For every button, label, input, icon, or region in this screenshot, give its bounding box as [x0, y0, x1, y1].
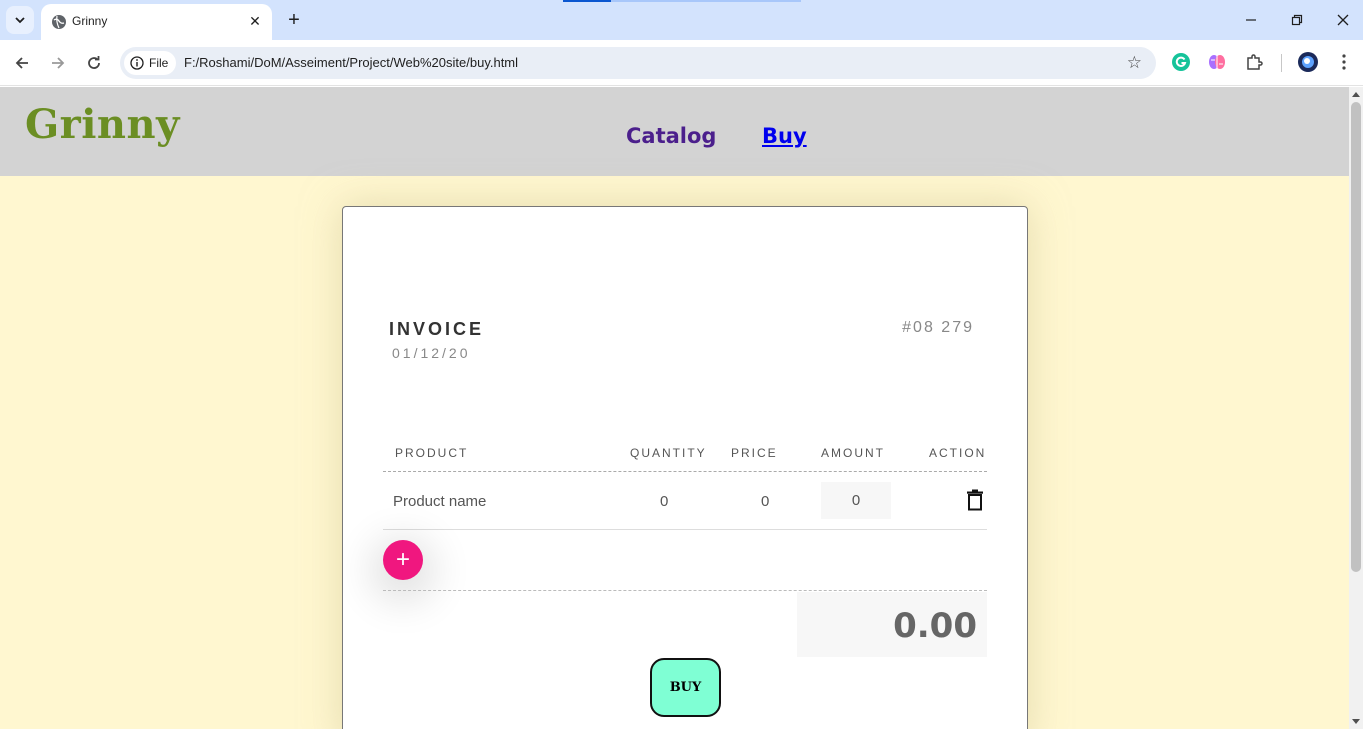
url-text[interactable]: F:/Roshami/DoM/Asseiment/Project/Web%20s… — [184, 55, 518, 71]
column-header-price: PRICE — [731, 446, 778, 460]
invoice-title: INVOICE — [389, 319, 485, 339]
column-header-product: PRODUCT — [395, 446, 469, 460]
minimize-button[interactable] — [1231, 6, 1271, 34]
new-tab-button[interactable]: + — [282, 8, 306, 32]
address-bar[interactable]: File F:/Roshami/DoM/Asseiment/Project/We… — [120, 47, 1156, 79]
add-row-button[interactable]: + — [383, 540, 423, 580]
avatar-icon — [1298, 52, 1318, 72]
scroll-down-icon[interactable] — [1352, 719, 1360, 724]
price-input[interactable]: 0 — [761, 493, 769, 510]
nav-link-buy[interactable]: Buy — [762, 124, 807, 148]
invoice-date: 01/12/20 — [392, 345, 471, 361]
reload-button[interactable] — [80, 49, 108, 77]
restore-icon — [1291, 14, 1303, 26]
total-box: 0.00 — [797, 592, 987, 657]
site-logo[interactable]: Grinny — [25, 101, 180, 148]
column-header-amount: AMOUNT — [821, 446, 885, 460]
back-button[interactable] — [8, 49, 36, 77]
invoice-number: #08 279 — [902, 319, 974, 336]
column-header-quantity: QUANTITY — [630, 446, 707, 460]
close-icon[interactable]: ✕ — [246, 12, 264, 30]
trash-icon[interactable] — [966, 489, 984, 511]
toolbar-separator — [1281, 54, 1282, 72]
tab-indicator-track — [611, 0, 801, 2]
minimize-icon — [1246, 19, 1256, 21]
puzzle-icon — [1247, 54, 1263, 70]
page-viewport: Grinny Catalog Buy INVOICE 01/12/20 #08 … — [0, 87, 1349, 729]
site-chip-label: File — [149, 56, 169, 70]
brain-icon — [1209, 55, 1225, 69]
site-info-chip[interactable]: File — [124, 51, 176, 75]
star-icon[interactable]: ☆ — [1127, 53, 1142, 73]
tab-indicator — [563, 0, 611, 2]
page-scrollbar[interactable] — [1349, 87, 1363, 729]
total-divider — [383, 590, 987, 591]
browser-menu-button[interactable] — [1333, 51, 1355, 73]
grammarly-extension-icon[interactable] — [1170, 51, 1192, 73]
row-divider — [383, 529, 987, 530]
browser-toolbar: File F:/Roshami/DoM/Asseiment/Project/We… — [0, 40, 1363, 86]
close-icon — [1337, 14, 1349, 26]
scroll-up-icon[interactable] — [1352, 92, 1360, 97]
arrow-right-icon — [52, 57, 65, 69]
arrow-left-icon — [15, 57, 28, 69]
total-amount: 0.00 — [893, 606, 977, 646]
tab-grinny[interactable]: Grinny ✕ — [41, 4, 272, 40]
product-name-input[interactable]: Product name — [393, 493, 486, 510]
profile-avatar[interactable] — [1297, 51, 1319, 73]
grammarly-icon — [1172, 53, 1190, 71]
globe-icon — [52, 15, 66, 29]
kebab-menu-icon — [1342, 54, 1346, 70]
forward-button[interactable] — [44, 49, 72, 77]
buy-button[interactable]: BUY — [650, 658, 721, 717]
site-header: Grinny Catalog Buy — [0, 87, 1349, 176]
reload-icon — [88, 56, 100, 69]
tab-title: Grinny — [72, 14, 108, 28]
quantity-input[interactable]: 0 — [660, 493, 668, 510]
extensions-button[interactable] — [1243, 51, 1265, 73]
column-header-action: ACTION — [929, 446, 987, 460]
brain-extension-icon[interactable] — [1206, 51, 1228, 73]
close-window-button[interactable] — [1323, 6, 1363, 34]
invoice-card: INVOICE 01/12/20 #08 279 PRODUCT QUANTIT… — [342, 206, 1028, 729]
scrollbar-thumb[interactable] — [1351, 102, 1361, 572]
amount-field: 0 — [821, 482, 891, 519]
nav-link-catalog[interactable]: Catalog — [626, 124, 716, 148]
browser-tabstrip: Grinny ✕ + — [0, 0, 1363, 40]
restore-button[interactable] — [1277, 6, 1317, 34]
chevron-down-icon — [15, 17, 25, 24]
info-icon — [130, 56, 144, 70]
tab-search-button[interactable] — [6, 6, 34, 34]
header-divider — [383, 471, 987, 472]
